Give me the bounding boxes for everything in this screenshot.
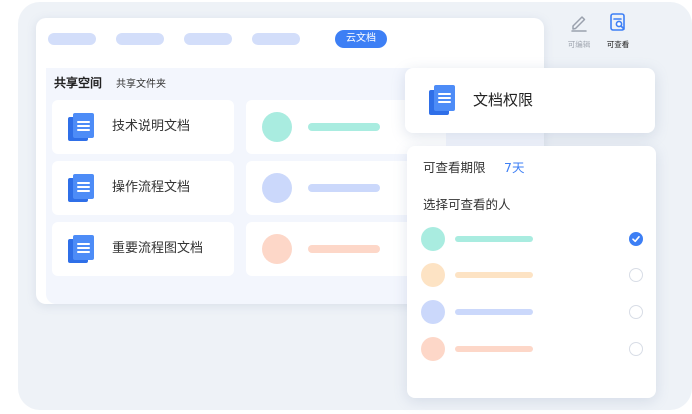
viewer-row[interactable]	[421, 262, 643, 288]
avatar	[421, 337, 445, 361]
view-period-label: 可查看期限	[423, 160, 486, 175]
tab-placeholder[interactable]	[116, 33, 164, 45]
view-doc-icon	[608, 13, 628, 36]
document-name: 操作流程文档	[112, 180, 191, 195]
tab-placeholder[interactable]	[252, 33, 300, 45]
name-placeholder	[308, 123, 380, 131]
name-placeholder	[455, 309, 533, 315]
tab-placeholder[interactable]	[48, 33, 96, 45]
document-card[interactable]: 重要流程图文档	[52, 222, 234, 276]
checkbox[interactable]	[629, 232, 643, 246]
avatar	[421, 300, 445, 324]
permission-title: 文档权限	[473, 91, 534, 109]
avatar	[421, 263, 445, 287]
name-placeholder	[308, 184, 380, 192]
breadcrumb-shared-folder[interactable]: 共享文件夹	[116, 75, 166, 90]
document-name: 技术说明文档	[112, 119, 191, 134]
avatar	[262, 173, 292, 203]
checkbox[interactable]	[629, 342, 643, 356]
name-placeholder	[455, 236, 533, 242]
permission-edit-option[interactable]: 可编辑	[563, 12, 595, 50]
breadcrumb: 共享空间 共享文件夹	[54, 74, 166, 91]
tab-cloud-docs[interactable]: 云文档	[335, 30, 387, 48]
document-icon	[427, 84, 457, 120]
viewer-row[interactable]	[421, 299, 643, 325]
avatar	[421, 227, 445, 251]
document-icon	[66, 234, 96, 268]
breadcrumb-shared-space[interactable]: 共享空间	[54, 74, 102, 91]
permission-view-option[interactable]: 可查看	[602, 12, 634, 50]
document-card[interactable]: 操作流程文档	[52, 161, 234, 215]
viewer-row[interactable]	[421, 226, 643, 252]
name-placeholder	[308, 245, 380, 253]
document-icon	[66, 112, 96, 146]
tab-placeholder[interactable]	[184, 33, 232, 45]
access-settings-panel: 可查看期限 7天 选择可查看的人	[407, 146, 656, 398]
name-placeholder	[455, 346, 533, 352]
checkbox[interactable]	[629, 268, 643, 282]
document-permission-card: 文档权限	[405, 68, 655, 133]
checkbox[interactable]	[629, 305, 643, 319]
edit-label: 可编辑	[567, 40, 591, 49]
document-icon	[66, 173, 96, 207]
avatar	[262, 112, 292, 142]
name-placeholder	[455, 272, 533, 278]
document-card[interactable]: 技术说明文档	[52, 100, 234, 154]
select-viewers-label: 选择可查看的人	[423, 197, 511, 212]
viewer-row[interactable]	[421, 336, 643, 362]
view-label: 可查看	[606, 40, 630, 49]
view-period-value[interactable]: 7天	[504, 157, 524, 176]
pencil-icon	[569, 16, 589, 36]
document-name: 重要流程图文档	[112, 241, 204, 256]
avatar	[262, 234, 292, 264]
